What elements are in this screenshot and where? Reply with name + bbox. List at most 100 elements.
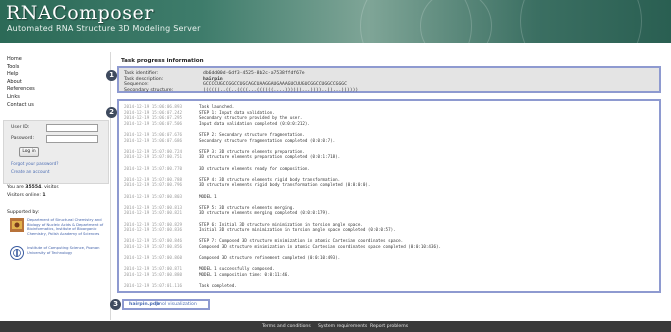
log-timestamp: 2014-12-19 15:07:00.803 [124,193,182,199]
menu-item-about[interactable]: About [7,79,35,87]
log-timestamp: 2014-12-19 15:07:00.856 [124,244,182,249]
online-counter: Visitors online: 1 [7,193,46,198]
sponsor-put-text: Institute of Computing Science, Poznan U… [27,246,100,255]
task-identifier-value: db6dd00d-6df3-4525-8b2c-a7538ffdf67e [203,71,305,76]
login-button[interactable]: Log in [19,147,39,157]
log-message: Composed 3D structure refinement complet… [199,255,341,261]
user-id-input[interactable] [46,124,98,132]
log-message: Task completed. [199,283,237,289]
log-timestamp: 2014-12-19 15:06:07.242 [124,109,182,115]
user-id-label: User ID: [11,125,30,130]
sponsor-ibch-text: Department of Structural Chemistry and B… [27,218,104,236]
log-line: 2014-12-19 15:06:07.295 Secondary structu… [124,115,302,120]
secondary-structure-value: ((((((..((..((((...((((((....))))))...))… [203,87,359,93]
log-message: STEP 6: Initial 3D structure minimizatio… [199,221,363,227]
banner-decoration [520,0,642,43]
forgot-password-link[interactable]: Forgot your password? [11,161,59,166]
log-line: 2014-12-19 15:07:00.724 STEP 3: 3D struct… [124,149,305,154]
log-timestamp: 2014-12-19 15:07:00.813 [124,204,182,210]
put-logo-icon [10,246,24,260]
log-timestamp: 2014-12-19 15:06:07.676 [124,132,182,137]
create-account-link[interactable]: Create an account [11,169,49,174]
log-line: 2014-12-19 15:07:00.880 MODEL 1 compositi… [124,272,290,277]
log-line: 2014-12-19 15:06:07.506 Input data valida… [124,121,310,126]
log-message: 3D structure elements rigid body transfo… [199,182,371,188]
log-timestamp: 2014-12-19 15:07:01.116 [124,283,182,289]
log-message: STEP 5: 3D structure elements merging. [199,204,295,210]
secondary-structure-label: Secondary structure: [124,87,174,93]
badge-2: 2 [106,107,117,118]
log-message: STEP 3: 3D structure elements preparatio… [199,148,305,154]
password-input[interactable] [46,135,98,143]
log-timestamp: 2014-12-19 15:07:00.836 [124,227,182,233]
footer-terms-link[interactable]: Terms and conditions [262,324,311,329]
log-message: MODEL 1 [199,193,217,199]
task-log-panel: 2014-12-19 15:06:06.893 Task launched. 201… [117,99,661,293]
log-timestamp: 2014-12-19 15:07:00.871 [124,266,182,272]
menu-item-references[interactable]: References [7,86,35,94]
task-identifier-label: Task identifier: [124,71,159,76]
page-title: Task progress information [121,58,204,64]
log-line: 2014-12-19 15:06:07.242 STEP 1: Input dat… [124,110,275,115]
log-timestamp: 2014-12-19 15:06:07.506 [124,120,182,126]
log-line: 2014-12-19 15:07:00.860 Composed 3D struc… [124,255,340,260]
login-panel: User ID: Password: Log in Forgot your pa… [3,120,109,184]
log-message: Composed 3D structure minimization in at… [199,244,442,249]
menu-item-home[interactable]: Home [7,56,35,64]
log-message: Secondary structure provided by the user… [199,115,303,121]
menu-item-contact[interactable]: Contact us [7,102,35,110]
log-timestamp: 2014-12-19 15:06:06.893 [124,104,182,109]
footer: Terms and conditions System requirements… [0,321,671,332]
sponsor-put[interactable]: Institute of Computing Science, Poznan U… [7,246,107,262]
log-message: Secondary structure fragmentation comple… [199,137,336,143]
log-timestamp: 2014-12-19 15:07:00.846 [124,238,182,244]
sequence-label: Sequence: [124,82,149,87]
log-timestamp: 2014-12-19 15:06:07.295 [124,115,182,121]
footer-requirements-link[interactable]: System requirements [318,324,367,329]
log-line: 2014-12-19 15:07:00.829 STEP 6: Initial 3… [124,222,363,227]
ibch-logo-icon [10,218,24,232]
menu-item-help[interactable]: Help [7,71,35,79]
sponsor-ibch[interactable]: Department of Structural Chemistry and B… [7,218,107,244]
online-count: 1 [42,193,46,198]
log-line: 2014-12-19 15:06:07.676 STEP 2: Secondary… [124,132,305,137]
log-timestamp: 2014-12-19 15:07:00.770 [124,165,182,171]
log-timestamp: 2014-12-19 15:06:07.686 [124,137,182,143]
badge-3: 3 [110,299,121,310]
task-description-label: Task description: [124,76,164,82]
jmol-visualization-link[interactable]: Jmol visualization [156,302,197,307]
log-message: STEP 7: Composed 3D structure minimizati… [199,238,404,244]
log-line: 2014-12-19 15:07:00.770 3D structure elem… [124,166,310,171]
log-line: 2014-12-19 15:07:00.813 STEP 5: 3D struct… [124,205,295,210]
log-line: 2014-12-19 15:07:01.116 Task completed. [124,283,237,288]
log-message: 3D structure elements merging completed … [199,210,331,216]
menu-item-tools[interactable]: Tools [7,64,35,72]
header-banner: RNAComposer Automated RNA Structure 3D M… [0,0,671,43]
download-pdb-link[interactable]: hairpin.pdb [129,302,160,307]
log-line: 2014-12-19 15:07:00.821 3D structure elem… [124,210,330,215]
log-message: STEP 4: 3D structure elements rigid body… [199,176,341,182]
result-links-panel: hairpin.pdb Jmol visualization [122,299,210,310]
task-info-panel: Task identifier: db6dd00d-6df3-4525-8b2c… [117,66,661,93]
log-line: 2014-12-19 15:07:00.788 STEP 4: 3D struct… [124,177,340,182]
log-timestamp: 2014-12-19 15:07:00.751 [124,154,182,160]
log-timestamp: 2014-12-19 15:07:00.724 [124,148,182,154]
menu-item-links[interactable]: Links [7,94,35,102]
online-prefix: Visitors online: [7,193,43,198]
footer-report-link[interactable]: Report problems [370,324,408,329]
sidebar: Home Tools Help About References Links C… [0,52,111,320]
log-message: STEP 1: Input data validation. [199,109,275,115]
log-message: 3D structure elements preparation comple… [199,154,341,160]
log-message: Initial 3D structure minimization in tor… [199,227,396,233]
badge-1: 1 [106,70,117,81]
banner-decoration [420,0,492,43]
log-timestamp: 2014-12-19 15:07:00.796 [124,182,182,188]
log-line: 2014-12-19 15:07:00.846 STEP 7: Composed … [124,238,403,243]
